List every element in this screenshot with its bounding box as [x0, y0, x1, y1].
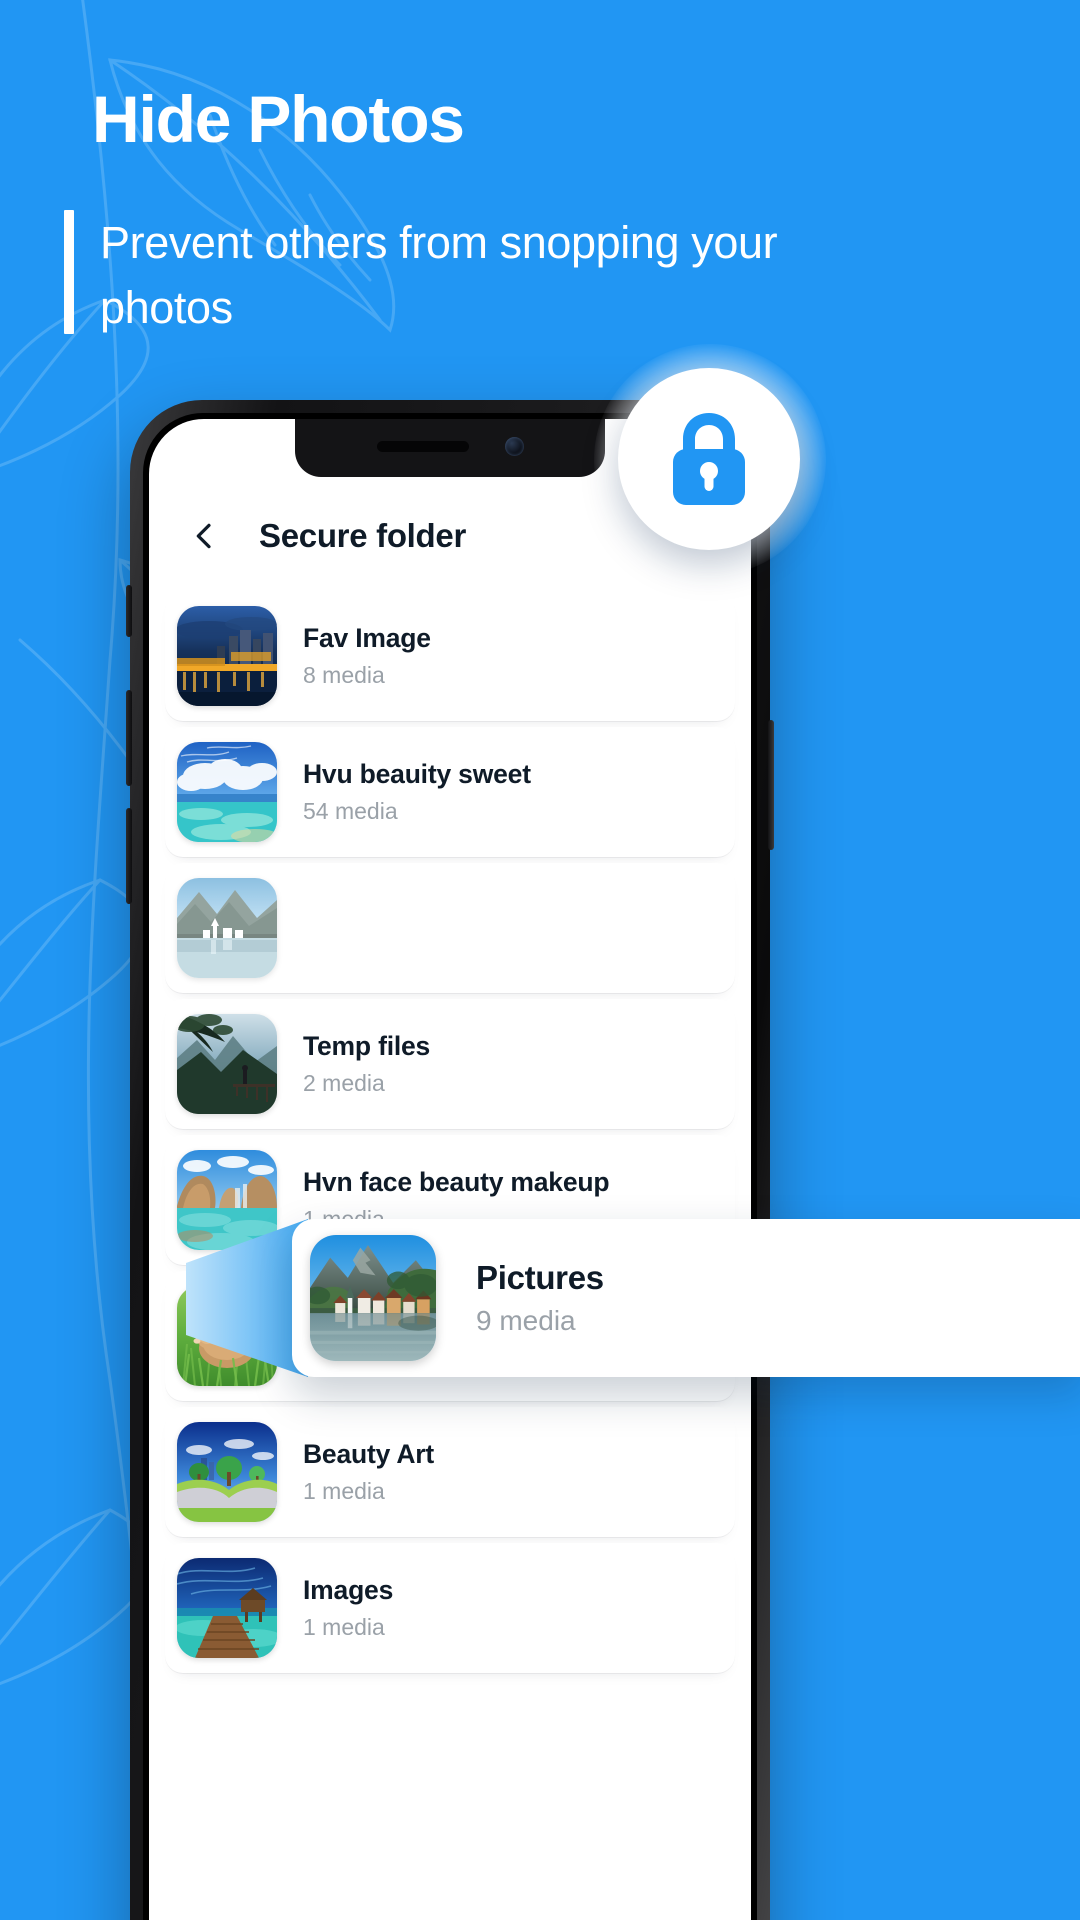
volume-down-button[interactable]	[126, 808, 132, 904]
silent-switch[interactable]	[126, 585, 132, 637]
power-button[interactable]	[768, 720, 774, 850]
earpiece-speaker	[376, 440, 469, 452]
folder-meta: Beauty Art 1 media	[303, 1438, 434, 1506]
folder-thumbnail	[177, 1014, 277, 1114]
folder-list: Fav Image 8 media Hvu beauity sweet 54 m…	[149, 569, 751, 1673]
folder-name: Temp files	[303, 1031, 431, 1062]
back-button[interactable]	[173, 505, 235, 567]
front-camera-icon	[504, 436, 524, 456]
folder-meta: Fav Image 8 media	[303, 622, 431, 690]
folder-row[interactable]: Images 1 media	[165, 1543, 735, 1673]
folder-meta: Images 1 media	[303, 1574, 393, 1642]
folder-row[interactable]: Temp files 2 media	[165, 999, 735, 1129]
folder-name: Tamp files	[303, 1303, 431, 1334]
lock-icon	[673, 413, 745, 505]
folder-thumbnail	[177, 1286, 277, 1386]
folder-row[interactable]: Fav Image 8 media	[165, 591, 735, 721]
screen-title: Secure folder	[259, 516, 467, 554]
page-title: Hide Photos	[92, 82, 465, 156]
folder-name: Hvn face beauty makeup	[303, 1167, 610, 1198]
folder-name: Images	[303, 1575, 394, 1606]
folder-name: Hvu beauity sweet	[303, 759, 531, 790]
folder-row[interactable]: Beauty Art 1 media	[165, 1407, 735, 1537]
folder-row[interactable]: Hvu beauity sweet 54 media	[165, 727, 735, 857]
folder-thumbnail	[177, 1558, 277, 1658]
subtitle-wrap: Prevent others from snopping your photos	[64, 210, 952, 341]
phone-notch	[295, 419, 605, 477]
folder-meta: Temp files 2 media	[303, 1030, 430, 1098]
folder-count: 54 media	[303, 798, 398, 825]
folder-count: 1 media	[303, 1478, 385, 1505]
accent-bar	[64, 210, 74, 334]
folder-meta: Hvn face beauty makeup 1 media	[303, 1166, 610, 1234]
phone-bezel: Secure folder Fav Image 8 media Hvu beau…	[143, 413, 757, 1920]
folder-name: Fav Image	[303, 623, 431, 654]
folder-count: 1 media	[303, 1342, 385, 1369]
folder-row-highlighted-source[interactable]: Pictures 9 media	[165, 863, 735, 993]
folder-count: 2 media	[303, 1070, 385, 1097]
folder-thumbnail	[177, 606, 277, 706]
phone-mockup: Secure folder Fav Image 8 media Hvu beau…	[126, 400, 774, 1920]
folder-count: 1 media	[303, 1614, 385, 1641]
folder-row[interactable]: Hvn face beauty makeup 1 media	[165, 1135, 735, 1265]
folder-row[interactable]: Tamp files 1 media	[165, 1271, 735, 1401]
folder-thumbnail	[177, 878, 277, 978]
folder-count: 8 media	[303, 662, 385, 689]
page-subtitle: Prevent others from snopping your photos	[100, 217, 778, 334]
headline-block: Hide Photos Prevent others from snopping…	[64, 82, 952, 341]
promo-banner: Hide Photos Prevent others from snopping…	[0, 0, 1080, 1920]
folder-thumbnail	[177, 742, 277, 842]
lock-badge	[618, 368, 800, 550]
volume-up-button[interactable]	[126, 690, 132, 786]
phone-screen: Secure folder Fav Image 8 media Hvu beau…	[149, 419, 751, 1920]
folder-thumbnail	[177, 1422, 277, 1522]
folder-meta: Tamp files 1 media	[303, 1302, 430, 1370]
folder-count: 1 media	[303, 1206, 385, 1233]
folder-meta: Hvu beauity sweet 54 media	[303, 758, 531, 826]
folder-thumbnail	[177, 1150, 277, 1250]
folder-name: Beauty Art	[303, 1439, 435, 1470]
chevron-left-icon	[196, 523, 211, 548]
